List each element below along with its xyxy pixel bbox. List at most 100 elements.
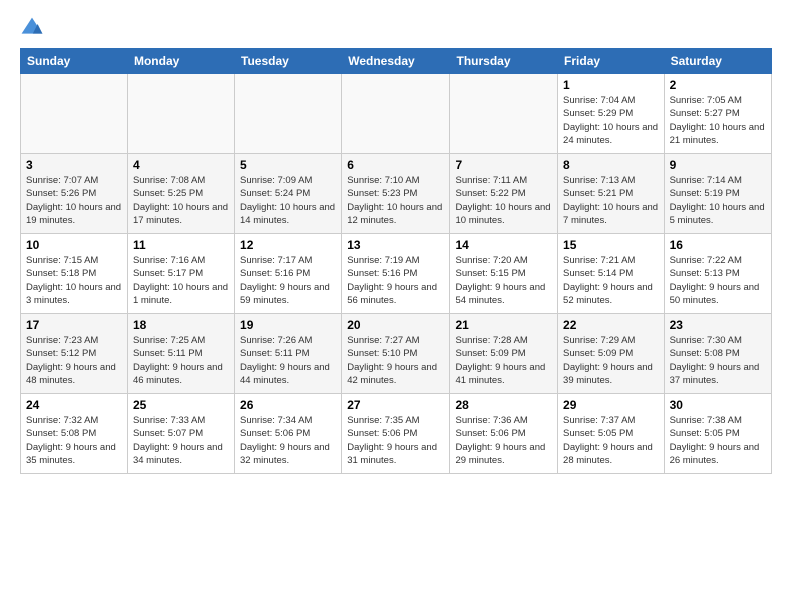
day-info: Sunrise: 7:08 AMSunset: 5:25 PMDaylight:…	[133, 174, 229, 227]
calendar-cell: 23Sunrise: 7:30 AMSunset: 5:08 PMDayligh…	[664, 314, 771, 394]
logo	[20, 16, 48, 40]
day-number: 25	[133, 398, 229, 412]
calendar-header-row: SundayMondayTuesdayWednesdayThursdayFrid…	[21, 49, 772, 74]
calendar-cell: 12 Sunrise: 7:17 AMSunset: 5:16 PMDayligh…	[235, 234, 342, 314]
day-info: Sunrise: 7:14 AMSunset: 5:19 PMDaylight:…	[670, 174, 766, 227]
calendar-cell: 16 Sunrise: 7:22 AMSunset: 5:13 PMDayligh…	[664, 234, 771, 314]
day-number: 14	[455, 238, 552, 252]
calendar-cell: 20 Sunrise: 7:27 AMSunset: 5:10 PMDayligh…	[342, 314, 450, 394]
day-number: 9	[670, 158, 766, 172]
day-info: Sunrise: 7:15 AMSunset: 5:18 PMDaylight:…	[26, 254, 122, 307]
calendar-cell: 17Sunrise: 7:23 AMSunset: 5:12 PMDayligh…	[21, 314, 128, 394]
calendar-cell	[450, 74, 558, 154]
day-header-saturday: Saturday	[664, 49, 771, 74]
day-info: Sunrise: 7:30 AMSunset: 5:08 PMDaylight:…	[670, 334, 766, 387]
day-info: Sunrise: 7:33 AMSunset: 5:07 PMDaylight:…	[133, 414, 229, 467]
calendar-cell: 5Sunrise: 7:09 AMSunset: 5:24 PMDaylight…	[235, 154, 342, 234]
calendar: SundayMondayTuesdayWednesdayThursdayFrid…	[20, 48, 772, 474]
day-number: 15	[563, 238, 659, 252]
header	[20, 16, 772, 40]
day-number: 20	[347, 318, 444, 332]
day-info: Sunrise: 7:34 AMSunset: 5:06 PMDaylight:…	[240, 414, 336, 467]
day-number: 30	[670, 398, 766, 412]
day-number: 18	[133, 318, 229, 332]
day-header-sunday: Sunday	[21, 49, 128, 74]
day-number: 7	[455, 158, 552, 172]
day-info: Sunrise: 7:10 AMSunset: 5:23 PMDaylight:…	[347, 174, 444, 227]
day-info: Sunrise: 7:37 AMSunset: 5:05 PMDaylight:…	[563, 414, 659, 467]
calendar-cell: 21 Sunrise: 7:28 AMSunset: 5:09 PMDayligh…	[450, 314, 558, 394]
calendar-cell: 25 Sunrise: 7:33 AMSunset: 5:07 PMDayligh…	[127, 394, 234, 474]
calendar-week-row: 1Sunrise: 7:04 AMSunset: 5:29 PMDaylight…	[21, 74, 772, 154]
calendar-cell: 14 Sunrise: 7:20 AMSunset: 5:15 PMDayligh…	[450, 234, 558, 314]
day-number: 21	[455, 318, 552, 332]
day-number: 11	[133, 238, 229, 252]
day-number: 12	[240, 238, 336, 252]
calendar-cell: 26 Sunrise: 7:34 AMSunset: 5:06 PMDayligh…	[235, 394, 342, 474]
day-info: Sunrise: 7:27 AMSunset: 5:10 PMDaylight:…	[347, 334, 444, 387]
day-info: Sunrise: 7:26 AMSunset: 5:11 PMDaylight:…	[240, 334, 336, 387]
day-info: Sunrise: 7:29 AMSunset: 5:09 PMDaylight:…	[563, 334, 659, 387]
calendar-week-row: 24Sunrise: 7:32 AMSunset: 5:08 PMDayligh…	[21, 394, 772, 474]
day-number: 22	[563, 318, 659, 332]
day-info: Sunrise: 7:13 AMSunset: 5:21 PMDaylight:…	[563, 174, 659, 227]
day-number: 26	[240, 398, 336, 412]
calendar-cell	[235, 74, 342, 154]
day-info: Sunrise: 7:07 AMSunset: 5:26 PMDaylight:…	[26, 174, 122, 227]
day-number: 16	[670, 238, 766, 252]
calendar-cell: 30 Sunrise: 7:38 AMSunset: 5:05 PMDayligh…	[664, 394, 771, 474]
calendar-cell	[127, 74, 234, 154]
day-info: Sunrise: 7:38 AMSunset: 5:05 PMDaylight:…	[670, 414, 766, 467]
day-header-thursday: Thursday	[450, 49, 558, 74]
day-info: Sunrise: 7:19 AMSunset: 5:16 PMDaylight:…	[347, 254, 444, 307]
calendar-cell	[342, 74, 450, 154]
calendar-cell: 13 Sunrise: 7:19 AMSunset: 5:16 PMDayligh…	[342, 234, 450, 314]
day-number: 10	[26, 238, 122, 252]
calendar-week-row: 3 Sunrise: 7:07 AMSunset: 5:26 PMDaylight…	[21, 154, 772, 234]
day-number: 19	[240, 318, 336, 332]
day-number: 17	[26, 318, 122, 332]
day-number: 6	[347, 158, 444, 172]
day-info: Sunrise: 7:36 AMSunset: 5:06 PMDaylight:…	[455, 414, 552, 467]
calendar-cell: 18 Sunrise: 7:25 AMSunset: 5:11 PMDayligh…	[127, 314, 234, 394]
day-header-friday: Friday	[558, 49, 665, 74]
day-header-monday: Monday	[127, 49, 234, 74]
day-info: Sunrise: 7:28 AMSunset: 5:09 PMDaylight:…	[455, 334, 552, 387]
calendar-cell: 10 Sunrise: 7:15 AMSunset: 5:18 PMDayligh…	[21, 234, 128, 314]
day-number: 4	[133, 158, 229, 172]
calendar-cell: 7Sunrise: 7:11 AMSunset: 5:22 PMDaylight…	[450, 154, 558, 234]
day-info: Sunrise: 7:20 AMSunset: 5:15 PMDaylight:…	[455, 254, 552, 307]
calendar-cell: 8Sunrise: 7:13 AMSunset: 5:21 PMDaylight…	[558, 154, 665, 234]
day-info: Sunrise: 7:32 AMSunset: 5:08 PMDaylight:…	[26, 414, 122, 467]
day-number: 28	[455, 398, 552, 412]
day-header-tuesday: Tuesday	[235, 49, 342, 74]
calendar-cell: 22 Sunrise: 7:29 AMSunset: 5:09 PMDayligh…	[558, 314, 665, 394]
calendar-cell: 27 Sunrise: 7:35 AMSunset: 5:06 PMDayligh…	[342, 394, 450, 474]
calendar-cell: 15 Sunrise: 7:21 AMSunset: 5:14 PMDayligh…	[558, 234, 665, 314]
day-number: 3	[26, 158, 122, 172]
logo-icon	[20, 16, 44, 40]
day-info: Sunrise: 7:22 AMSunset: 5:13 PMDaylight:…	[670, 254, 766, 307]
calendar-cell: 4 Sunrise: 7:08 AMSunset: 5:25 PMDaylight…	[127, 154, 234, 234]
calendar-cell: 1Sunrise: 7:04 AMSunset: 5:29 PMDaylight…	[558, 74, 665, 154]
day-header-wednesday: Wednesday	[342, 49, 450, 74]
calendar-cell: 11 Sunrise: 7:16 AMSunset: 5:17 PMDayligh…	[127, 234, 234, 314]
calendar-cell	[21, 74, 128, 154]
calendar-cell: 29 Sunrise: 7:37 AMSunset: 5:05 PMDayligh…	[558, 394, 665, 474]
calendar-week-row: 17Sunrise: 7:23 AMSunset: 5:12 PMDayligh…	[21, 314, 772, 394]
day-number: 27	[347, 398, 444, 412]
day-number: 29	[563, 398, 659, 412]
page: SundayMondayTuesdayWednesdayThursdayFrid…	[0, 0, 792, 484]
day-info: Sunrise: 7:16 AMSunset: 5:17 PMDaylight:…	[133, 254, 229, 307]
day-info: Sunrise: 7:35 AMSunset: 5:06 PMDaylight:…	[347, 414, 444, 467]
day-info: Sunrise: 7:04 AMSunset: 5:29 PMDaylight:…	[563, 94, 659, 147]
calendar-cell: 9 Sunrise: 7:14 AMSunset: 5:19 PMDaylight…	[664, 154, 771, 234]
day-info: Sunrise: 7:25 AMSunset: 5:11 PMDaylight:…	[133, 334, 229, 387]
day-number: 13	[347, 238, 444, 252]
day-info: Sunrise: 7:17 AMSunset: 5:16 PMDaylight:…	[240, 254, 336, 307]
calendar-cell: 2Sunrise: 7:05 AMSunset: 5:27 PMDaylight…	[664, 74, 771, 154]
day-info: Sunrise: 7:21 AMSunset: 5:14 PMDaylight:…	[563, 254, 659, 307]
day-info: Sunrise: 7:09 AMSunset: 5:24 PMDaylight:…	[240, 174, 336, 227]
calendar-week-row: 10 Sunrise: 7:15 AMSunset: 5:18 PMDayligh…	[21, 234, 772, 314]
day-number: 2	[670, 78, 766, 92]
